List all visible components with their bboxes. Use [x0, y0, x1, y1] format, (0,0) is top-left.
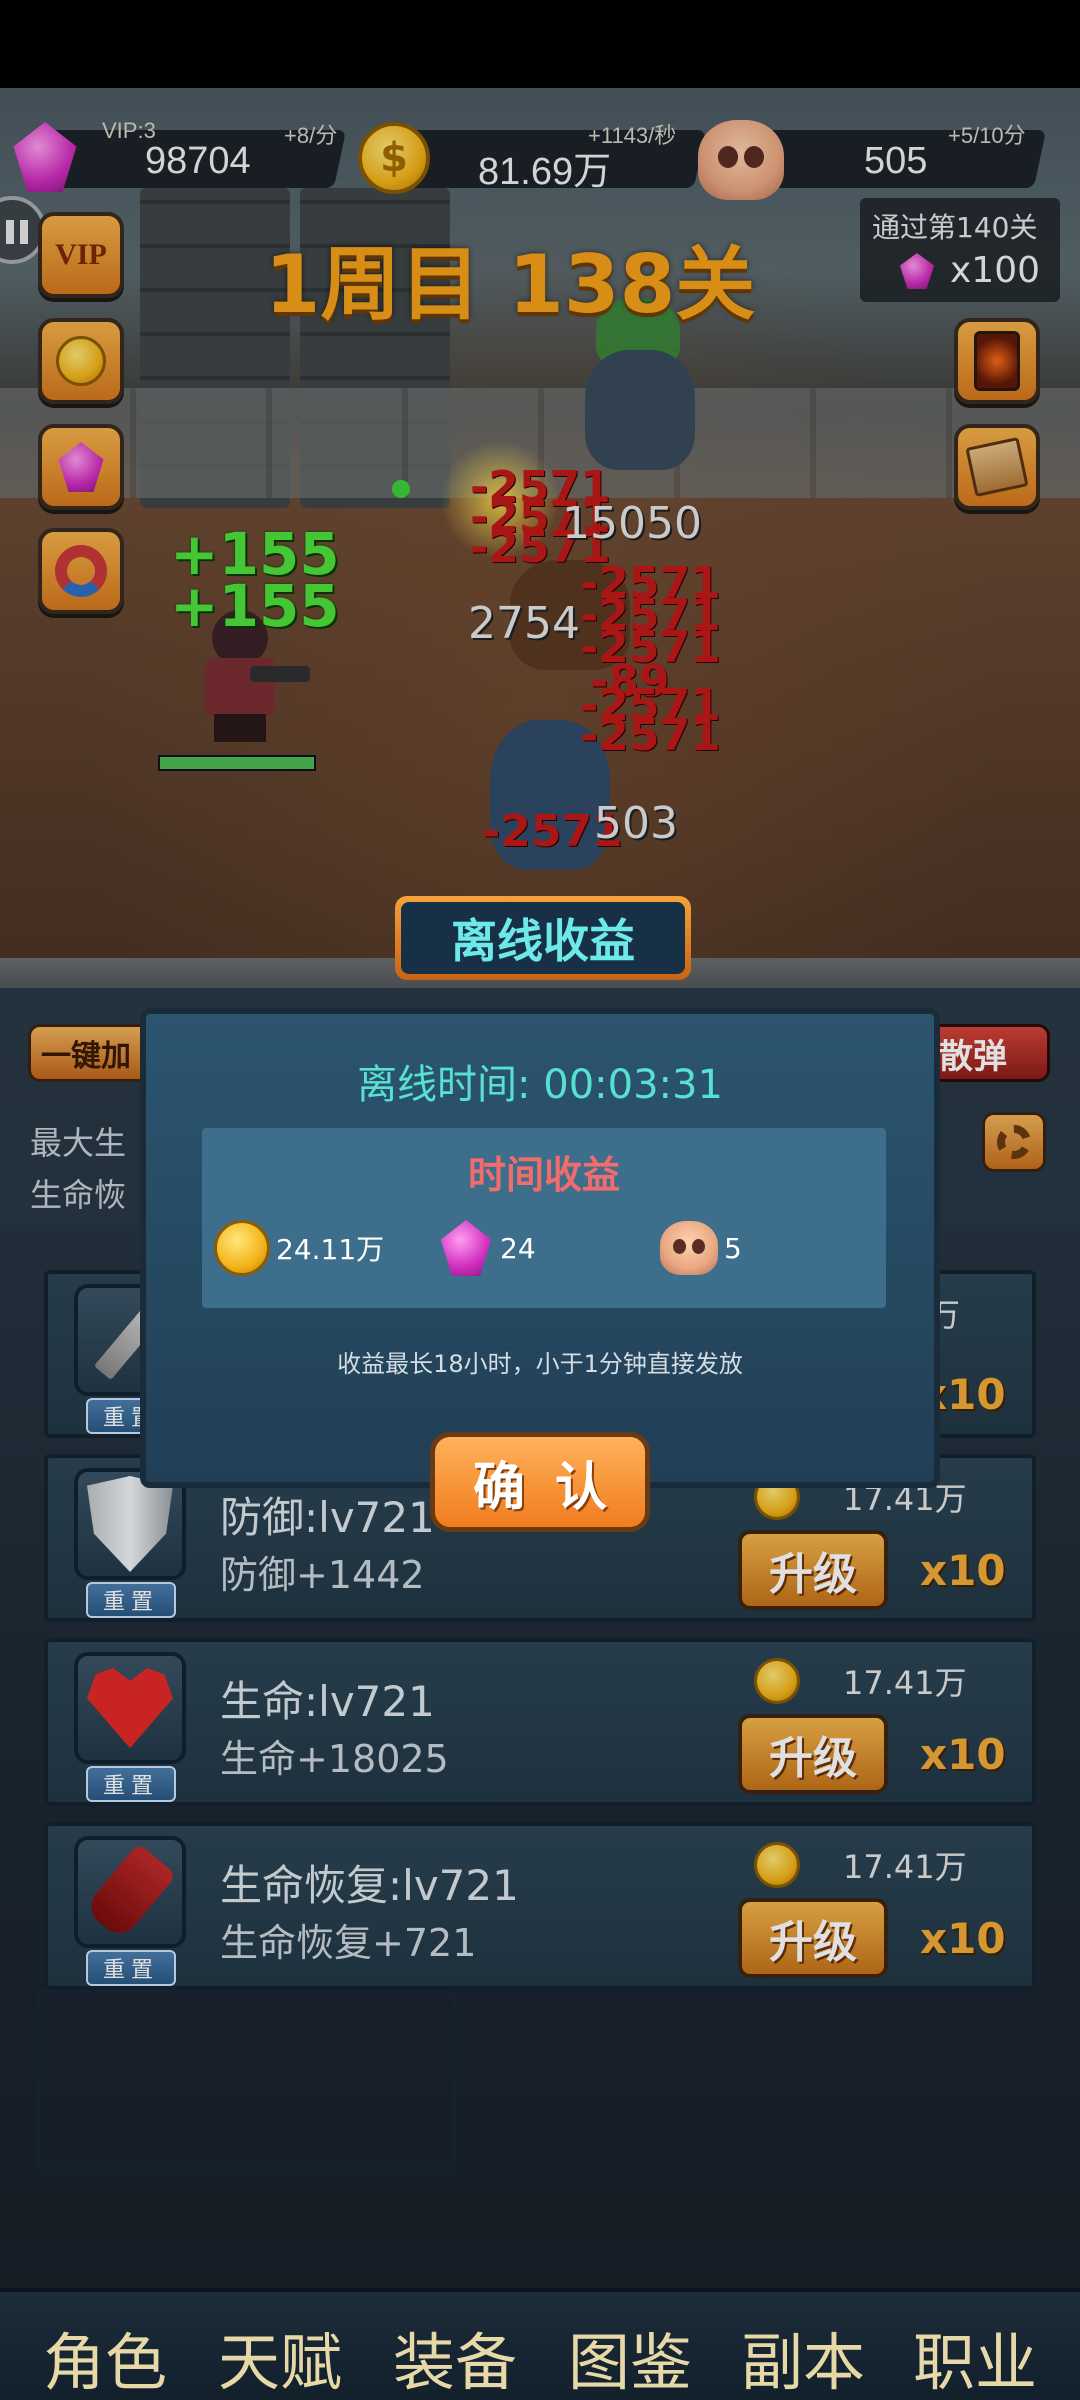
reward-gems-value: 24: [500, 1231, 536, 1265]
reward-gems: 24: [438, 1218, 536, 1278]
nav-item-dungeon[interactable]: 副本: [718, 2312, 888, 2400]
skull-icon: [660, 1221, 718, 1275]
confirm-button[interactable]: 确认: [430, 1432, 650, 1532]
offline-time-value: 00:03:31: [543, 1062, 723, 1108]
reward-coins: 24.11万: [214, 1218, 384, 1278]
dialog-title: 离线收益: [401, 902, 685, 974]
time-earnings-panel: 时间收益 24.11万 24 5: [202, 1128, 886, 1308]
bottom-nav: 角色 天赋 装备 图鉴 副本 职业: [0, 2288, 1080, 2400]
offline-time-label: 离线时间:: [357, 1062, 531, 1108]
offline-time-row: 离线时间: 00:03:31: [146, 1052, 934, 1110]
nav-item-class[interactable]: 职业: [890, 2312, 1060, 2400]
reward-skulls-value: 5: [724, 1231, 742, 1265]
dialog-title-frame: 离线收益: [395, 896, 691, 980]
offline-earnings-dialog: 离线时间: 00:03:31 时间收益 24.11万 24 5 收益最长18小时…: [140, 1008, 940, 1488]
earnings-note: 收益最长18小时，小于1分钟直接发放: [337, 1350, 743, 1378]
nav-item-codex[interactable]: 图鉴: [545, 2312, 715, 2400]
reward-skulls: 5: [660, 1218, 742, 1278]
nav-item-equipment[interactable]: 装备: [370, 2312, 540, 2400]
reward-coins-value: 24.11万: [276, 1233, 385, 1266]
nav-item-talent[interactable]: 天赋: [195, 2312, 365, 2400]
nav-item-character[interactable]: 角色: [20, 2312, 190, 2400]
coin-icon: [214, 1220, 270, 1276]
gem-icon: [440, 1220, 492, 1276]
time-earnings-title: 时间收益: [467, 1153, 620, 1197]
status-bar-area: [0, 0, 1080, 88]
